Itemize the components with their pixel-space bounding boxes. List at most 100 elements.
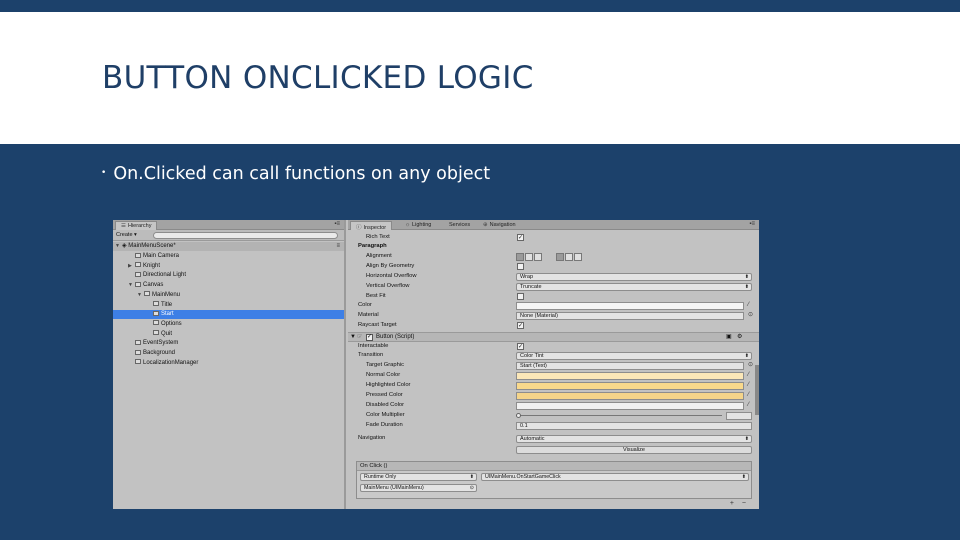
horizontal-overflow-dropdown[interactable]: Wrap ⬍ — [516, 272, 752, 281]
disabled-color-swatch[interactable] — [516, 401, 744, 410]
transition-value: Color Tint — [520, 352, 544, 359]
transition-dropdown[interactable]: Color Tint ⬍ — [516, 351, 752, 360]
expand-triangle-icon[interactable]: ▶ — [128, 262, 135, 271]
scene-menu-icon[interactable]: ≡ — [336, 242, 340, 251]
vertical-overflow-dropdown[interactable]: Truncate ⬍ — [516, 282, 752, 291]
hierarchy-item[interactable]: Quit — [113, 330, 344, 339]
raycast-target-checkbox[interactable]: ✓ — [517, 322, 524, 329]
alignment-row: Alignment — [348, 252, 759, 261]
color-row: Color ⁄ — [348, 301, 759, 310]
eyedropper-icon[interactable]: ⁄ — [748, 391, 749, 400]
runtime-only-value: Runtime Only — [364, 474, 397, 480]
hierarchy-item[interactable]: ▶ Knight — [113, 262, 344, 271]
transition-label: Transition — [358, 352, 384, 358]
visualize-row: Visualize — [348, 445, 759, 454]
align-by-geometry-checkbox[interactable] — [517, 263, 524, 270]
align-right-icon[interactable] — [534, 252, 542, 261]
pressed-color-label: Pressed Color — [366, 392, 403, 398]
hierarchy-item[interactable]: Main Camera — [113, 252, 344, 261]
align-top-icon[interactable] — [556, 252, 564, 261]
color-multiplier-slider-knob[interactable] — [516, 413, 521, 418]
navigation-value: Automatic — [520, 435, 545, 442]
align-center-icon[interactable] — [525, 252, 533, 261]
inspector-menu-icon[interactable]: ▪≡ — [749, 221, 755, 227]
hierarchy-item[interactable]: ▼ MainMenu — [113, 291, 344, 300]
tab-hierarchy[interactable]: ☰ Hierarchy — [115, 221, 158, 230]
object-picker-icon[interactable]: ⊙ — [470, 485, 474, 491]
hierarchy-item[interactable]: EventSystem — [113, 339, 344, 348]
align-middle-icon[interactable] — [565, 252, 573, 261]
hierarchy-item-label: Title — [161, 301, 173, 308]
top-band — [0, 0, 960, 12]
tab-services[interactable]: Services — [444, 221, 475, 230]
align-bottom-icon[interactable] — [574, 252, 582, 261]
fade-duration-field[interactable]: 0.1 — [516, 421, 752, 430]
hierarchy-search-input[interactable] — [153, 232, 338, 239]
button-enabled-checkbox[interactable]: ✓ — [366, 334, 373, 341]
visualize-button[interactable]: Visualize — [516, 445, 752, 454]
pressed-color-row: Pressed Color ⁄ — [348, 391, 759, 400]
tab-navigation[interactable]: ⊕ Navigation — [478, 221, 521, 230]
color-multiplier-slider-track[interactable] — [516, 415, 722, 416]
dropdown-arrow-icon: ⬍ — [744, 435, 749, 442]
hierarchy-item[interactable]: Title — [113, 301, 344, 310]
bullet-item: • On.Clicked can call functions on any ob… — [101, 164, 490, 184]
hierarchy-item[interactable]: Options — [113, 320, 344, 329]
align-by-geometry-row: Align By Geometry — [348, 262, 759, 271]
settings-gear-icon[interactable]: ⚙ — [737, 333, 742, 342]
tab-lighting[interactable]: ☼ Lighting — [400, 221, 436, 230]
scene-row[interactable]: ▼ ◈ MainMenuScene* ≡ — [113, 242, 344, 251]
normal-color-swatch[interactable] — [516, 371, 744, 380]
function-dropdown[interactable]: UIMainMenu.OnStartGameClick ⬍ — [481, 473, 749, 481]
runtime-only-dropdown[interactable]: Runtime Only ⬍ — [360, 473, 477, 481]
material-value: None (Material) — [520, 312, 558, 319]
gameobject-cube-icon — [135, 281, 141, 287]
navigation-dropdown[interactable]: Automatic ⬍ — [516, 434, 752, 443]
hierarchy-item[interactable]: Background — [113, 349, 344, 358]
expand-triangle-icon[interactable]: ▼ — [137, 291, 144, 300]
inspector-scrollbar[interactable] — [755, 365, 759, 415]
eyedropper-icon[interactable]: ⁄ — [748, 301, 749, 310]
align-left-icon[interactable] — [516, 252, 524, 261]
expand-triangle-icon[interactable]: ▼ — [115, 242, 122, 251]
event-target-field[interactable]: MainMenu (UIMainMenu) ⊙ — [360, 484, 477, 492]
interactable-checkbox[interactable]: ✓ — [517, 343, 524, 350]
hierarchy-item[interactable]: Directional Light — [113, 271, 344, 280]
fade-duration-row: Fade Duration 0.1 — [348, 421, 759, 430]
panel-menu-icon[interactable]: ▪≡ — [334, 221, 340, 227]
hierarchy-item-label: Directional Light — [143, 272, 187, 279]
rich-text-checkbox[interactable]: ✓ — [517, 234, 524, 241]
object-picker-icon[interactable]: ⊙ — [748, 311, 753, 320]
add-remove-buttons[interactable]: + − — [730, 500, 749, 507]
help-icon[interactable]: ▣ — [726, 333, 732, 342]
hierarchy-item-label: Knight — [143, 262, 161, 269]
interactable-row: Interactable ✓ — [348, 342, 759, 351]
eyedropper-icon[interactable]: ⁄ — [748, 371, 749, 380]
color-label: Color — [358, 302, 372, 308]
hierarchy-item[interactable]: LocalizationManager — [113, 359, 344, 368]
color-multiplier-number-field[interactable] — [726, 411, 752, 420]
text-color-swatch[interactable] — [516, 301, 744, 310]
hierarchy-item[interactable]: Start — [113, 310, 344, 320]
target-graphic-field[interactable]: Start (Text) — [516, 361, 744, 370]
gameobject-cube-icon — [144, 291, 150, 297]
align-by-geometry-label: Align By Geometry — [366, 263, 415, 269]
highlighted-color-swatch[interactable] — [516, 381, 744, 390]
pressed-color-swatch[interactable] — [516, 391, 744, 400]
expand-triangle-icon[interactable]: ▼ — [128, 281, 135, 290]
material-field[interactable]: None (Material) — [516, 311, 744, 320]
hierarchy-panel: ☰ Hierarchy ▪≡ Create ▾ ▼ ◈ MainMenuScene*… — [113, 220, 346, 509]
button-component-header[interactable]: ▼ ☞ ✓ Button (Script) ▣ ⚙ — [348, 332, 759, 342]
object-picker-icon[interactable]: ⊙ — [748, 361, 753, 370]
tab-services-label: Services — [449, 222, 471, 228]
eyedropper-icon[interactable]: ⁄ — [748, 381, 749, 390]
tab-inspector[interactable]: ⓘ Inspector — [350, 221, 393, 231]
best-fit-checkbox[interactable] — [517, 293, 524, 300]
gameobject-cube-icon — [135, 359, 141, 365]
gameobject-cube-icon — [135, 349, 141, 355]
navigation-row: Navigation Automatic ⬍ — [348, 434, 759, 443]
hierarchy-item[interactable]: ▼ Canvas — [113, 281, 344, 290]
create-button[interactable]: Create ▾ — [116, 232, 137, 238]
eyedropper-icon[interactable]: ⁄ — [748, 401, 749, 410]
collapse-triangle-icon[interactable]: ▼ — [350, 333, 356, 342]
